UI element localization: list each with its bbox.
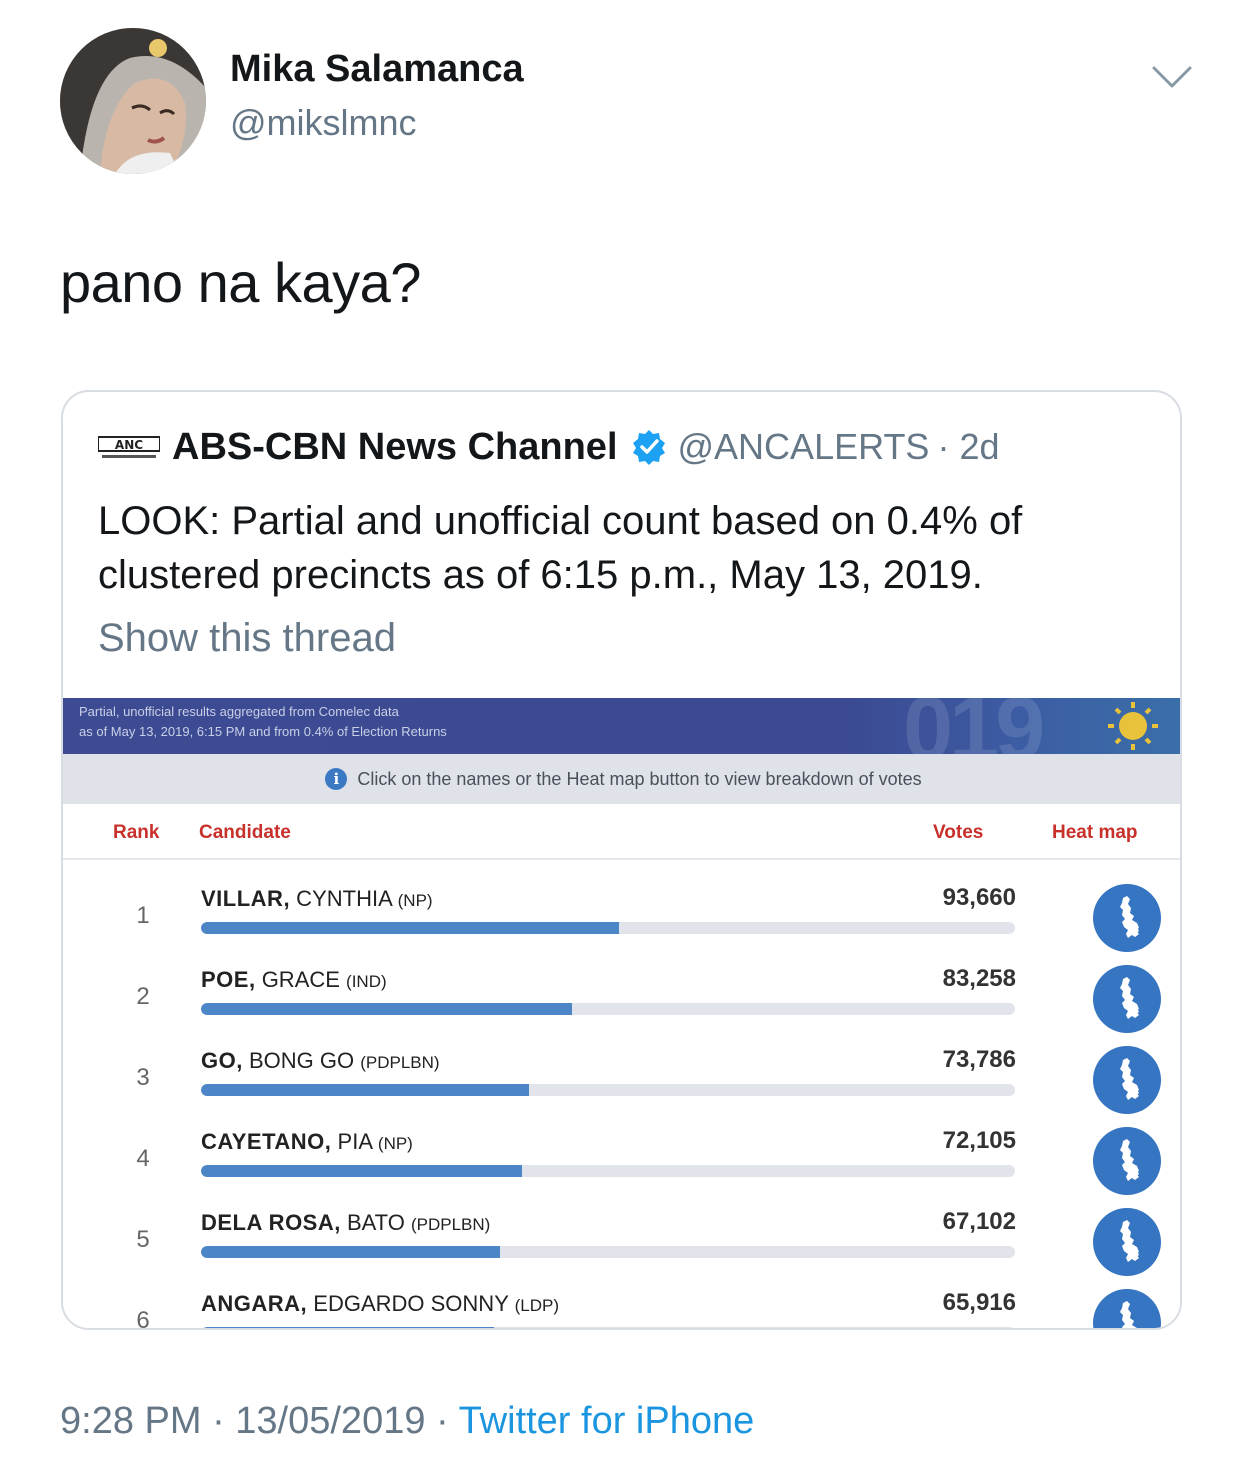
philippines-map-icon xyxy=(1120,1301,1137,1328)
candidate-row[interactable]: 6 ANGARA, EDGARDO SONNY (LDP) 65,916 xyxy=(63,1279,1180,1330)
philippines-map-icon xyxy=(1120,977,1139,1019)
info-bar: i Click on the names or the Heat map but… xyxy=(63,754,1180,804)
philippines-map-icon xyxy=(1120,1058,1139,1100)
candidate-last-name: GO, xyxy=(201,1048,243,1073)
candidate-name[interactable]: POE, GRACE (IND) xyxy=(201,967,387,993)
candidate-votes: 67,102 xyxy=(942,1208,1016,1235)
vote-bar-fill xyxy=(201,1165,522,1177)
vote-bar-track xyxy=(201,922,1015,934)
candidate-party: (NP) xyxy=(377,1134,413,1153)
candidate-votes: 93,660 xyxy=(942,884,1016,911)
tweet-timestamp: 9:28 PM · 13/05/2019 · xyxy=(60,1400,459,1442)
candidate-first-name: EDGARDO SONNY xyxy=(307,1291,515,1316)
heatmap-button[interactable] xyxy=(1093,1208,1161,1276)
verified-badge-icon xyxy=(630,428,668,466)
candidate-name[interactable]: ANGARA, EDGARDO SONNY (LDP) xyxy=(201,1291,559,1317)
candidate-votes: 72,105 xyxy=(942,1127,1016,1154)
philippines-map-icon xyxy=(1120,1139,1139,1181)
results-banner: Partial, unofficial results aggregated f… xyxy=(63,698,1180,754)
philippines-map-icon xyxy=(1120,1220,1139,1262)
candidate-party: (NP) xyxy=(397,891,433,910)
author-handle[interactable]: @mikslmnc xyxy=(230,102,417,144)
candidate-votes: 83,258 xyxy=(942,965,1016,992)
author-name[interactable]: Mika Salamanca xyxy=(230,48,524,91)
candidate-row[interactable]: 5 DELA ROSA, BATO (PDPLBN) 67,102 xyxy=(63,1198,1180,1280)
candidate-first-name: BONG GO xyxy=(242,1048,361,1073)
candidate-first-name: BATO xyxy=(340,1210,411,1235)
attached-image[interactable]: Partial, unofficial results aggregated f… xyxy=(63,698,1180,1330)
column-votes: Votes xyxy=(933,822,984,843)
candidate-row[interactable]: 3 GO, BONG GO (PDPLBN) 73,786 xyxy=(63,1036,1180,1118)
quoted-author-name[interactable]: ABS-CBN News Channel xyxy=(172,426,618,469)
anc-logo: ANC xyxy=(97,427,161,467)
header-divider xyxy=(63,858,1180,860)
column-candidate: Candidate xyxy=(199,822,291,843)
heatmap-button[interactable] xyxy=(1093,884,1161,952)
heatmap-button[interactable] xyxy=(1093,1046,1161,1114)
banner-line-1: Partial, unofficial results aggregated f… xyxy=(79,704,399,719)
candidate-party: (LDP) xyxy=(514,1296,559,1315)
candidate-name[interactable]: GO, BONG GO (PDPLBN) xyxy=(201,1048,440,1074)
show-thread-link[interactable]: Show this thread xyxy=(98,616,396,661)
quoted-tweet-text: LOOK: Partial and unofficial count based… xyxy=(98,499,1023,597)
candidate-first-name: GRACE xyxy=(255,967,347,992)
vote-bar-track xyxy=(201,1327,1015,1328)
vote-bar-track xyxy=(201,1165,1015,1177)
column-rank: Rank xyxy=(113,822,160,843)
candidate-first-name: CYNTHIA xyxy=(290,886,398,911)
vote-bar-track xyxy=(201,1246,1015,1258)
vote-bar-fill xyxy=(201,1084,530,1096)
candidate-row[interactable]: 1 VILLAR, CYNTHIA (NP) 93,660 xyxy=(63,874,1180,956)
avatar-image xyxy=(60,28,206,174)
candidate-party: (PDPLBN) xyxy=(360,1053,440,1072)
quoted-author-handle[interactable]: @ANCALERTS xyxy=(678,426,930,468)
vote-bar-fill xyxy=(201,922,619,934)
chevron-down-icon[interactable] xyxy=(1150,62,1194,92)
candidate-votes: 73,786 xyxy=(942,1046,1016,1073)
tweet-source-link[interactable]: Twitter for iPhone xyxy=(459,1400,755,1442)
candidate-name[interactable]: CAYETANO, PIA (NP) xyxy=(201,1129,413,1155)
author-avatar[interactable] xyxy=(60,28,206,174)
vote-bar-track xyxy=(201,1003,1015,1015)
vote-bar-fill xyxy=(201,1246,500,1258)
column-heatmap: Heat map xyxy=(1052,822,1138,843)
quoted-timestamp[interactable]: · 2d xyxy=(937,426,999,468)
vote-bar-fill xyxy=(201,1327,495,1328)
candidate-party: (IND) xyxy=(346,972,387,991)
candidate-votes: 65,916 xyxy=(942,1289,1016,1316)
candidate-rank: 6 xyxy=(136,1307,150,1330)
candidate-rank: 4 xyxy=(136,1145,150,1172)
svg-text:ANC: ANC xyxy=(115,438,143,452)
candidate-last-name: VILLAR, xyxy=(201,886,291,911)
candidate-row[interactable]: 4 CAYETANO, PIA (NP) 72,105 xyxy=(63,1117,1180,1199)
candidate-name[interactable]: DELA ROSA, BATO (PDPLBN) xyxy=(201,1210,490,1236)
candidate-last-name: DELA ROSA, xyxy=(201,1210,341,1235)
quoted-tweet-header: ANC ABS-CBN News Channel @ANCALERTS · 2d xyxy=(97,422,1000,472)
candidate-rank: 2 xyxy=(136,983,150,1010)
tweet-footer: 9:28 PM · 13/05/2019 · Twitter for iPhon… xyxy=(60,1400,754,1443)
quoted-tweet[interactable]: ANC ABS-CBN News Channel @ANCALERTS · 2d… xyxy=(61,390,1182,1330)
candidate-name[interactable]: VILLAR, CYNTHIA (NP) xyxy=(201,886,433,912)
vote-bar-fill xyxy=(201,1003,573,1015)
candidate-last-name: CAYETANO, xyxy=(201,1129,332,1154)
candidate-rank: 1 xyxy=(136,902,150,929)
info-icon: i xyxy=(325,768,348,790)
candidate-party: (PDPLBN) xyxy=(410,1215,491,1234)
candidate-rank: 5 xyxy=(136,1226,150,1253)
info-text: Click on the names or the Heat map butto… xyxy=(357,768,922,789)
philippines-map-icon xyxy=(1120,896,1139,938)
banner-decoration: 019 xyxy=(903,698,1045,754)
candidate-last-name: ANGARA, xyxy=(201,1291,308,1316)
tweet-text: pano na kaya? xyxy=(60,251,421,314)
candidate-rank: 3 xyxy=(136,1064,150,1091)
heatmap-button[interactable] xyxy=(1093,1127,1161,1195)
candidate-last-name: POE, xyxy=(201,967,256,992)
heatmap-button[interactable] xyxy=(1093,965,1161,1033)
sun-icon xyxy=(1108,702,1158,750)
vote-bar-track xyxy=(201,1084,1015,1096)
banner-line-2: as of May 13, 2019, 6:15 PM and from 0.4… xyxy=(79,724,447,739)
candidate-first-name: PIA xyxy=(331,1129,378,1154)
heatmap-button[interactable] xyxy=(1093,1289,1161,1328)
candidate-row[interactable]: 2 POE, GRACE (IND) 83,258 xyxy=(63,955,1180,1037)
